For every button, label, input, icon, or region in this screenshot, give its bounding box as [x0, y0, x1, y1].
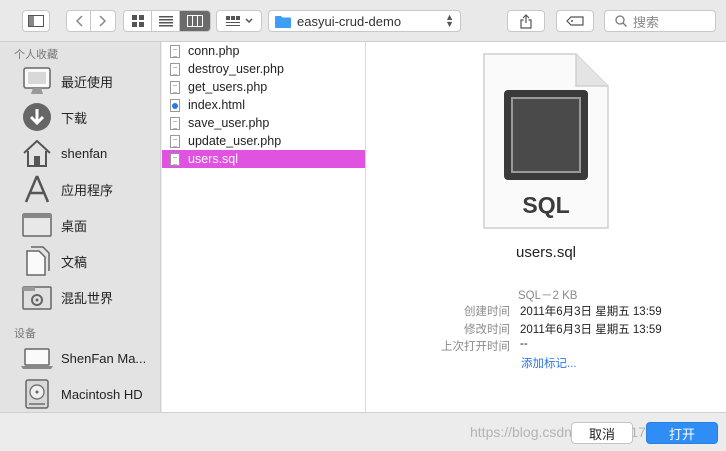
- file-name: get_users.php: [188, 80, 268, 94]
- file-list: conn.php destroy_user.php get_users.php …: [162, 42, 366, 412]
- search-placeholder: 搜索: [633, 14, 660, 30]
- view-mode-group: [123, 10, 211, 32]
- sidebar-item-label: 下载: [61, 110, 88, 126]
- back-button[interactable]: [67, 11, 91, 31]
- icon-view-button[interactable]: [124, 11, 152, 31]
- list-icon: [158, 15, 173, 26]
- hard-disk-icon: [25, 379, 49, 409]
- list-item-selected[interactable]: users.sql: [162, 150, 365, 168]
- sidebar-item-label: 文稿: [61, 254, 88, 270]
- devices-header: 设备: [14, 328, 36, 340]
- path-label: easyui-crud-demo: [297, 13, 402, 29]
- documents-icon: [26, 246, 50, 276]
- php-file-icon: [170, 116, 180, 130]
- created-row: 创建时间 2011年6月3日 星期五 13:59: [366, 303, 726, 319]
- file-name: save_user.php: [188, 116, 270, 130]
- preview-kind: SQL－2 KB: [518, 290, 578, 302]
- list-item[interactable]: update_user.php: [162, 132, 365, 150]
- laptop-icon: [21, 348, 53, 369]
- sidebar: 个人收藏 最近使用 下载 shenfan 应用程序 桌面 文稿 混乱世界 设备 …: [0, 42, 161, 412]
- sidebar-item-label: Macintosh HD: [61, 386, 143, 402]
- tag-icon: [566, 16, 584, 26]
- sidebar-toggle-button[interactable]: [22, 10, 50, 32]
- updown-arrows-icon: ▲ ▼: [445, 12, 454, 29]
- opened-value: --: [520, 338, 528, 350]
- sidebar-item-hard-disk[interactable]: Macintosh HD: [20, 377, 158, 411]
- sidebar-item-label: 混乱世界: [61, 290, 114, 306]
- grid-icon: [131, 15, 144, 27]
- list-item[interactable]: conn.php: [162, 42, 365, 60]
- sidebar-item-label: 桌面: [61, 218, 88, 234]
- sidebar-item-folder[interactable]: 混乱世界: [20, 280, 158, 314]
- group-by-button[interactable]: [216, 10, 262, 32]
- created-value: 2011年6月3日 星期五 13:59: [520, 306, 662, 318]
- sidebar-item-label: 最近使用: [61, 74, 114, 90]
- chevron-right-icon: [99, 15, 107, 27]
- search-icon: [615, 15, 627, 27]
- php-file-icon: [170, 80, 180, 94]
- sidebar-item-documents[interactable]: 文稿: [20, 244, 158, 278]
- share-button[interactable]: [507, 10, 545, 32]
- list-item[interactable]: save_user.php: [162, 114, 365, 132]
- sidebar-toggle-icon: [28, 15, 44, 27]
- open-button[interactable]: 打开: [646, 422, 718, 444]
- php-file-icon: [170, 44, 180, 58]
- home-icon: [23, 139, 51, 167]
- created-label: 创建时间: [464, 306, 510, 318]
- sidebar-item-label: ShenFan Ma...: [61, 350, 147, 366]
- forward-button[interactable]: [91, 11, 115, 31]
- column-view-button[interactable]: [180, 11, 210, 31]
- folder-icon: [22, 286, 52, 310]
- back-forward-group: [66, 10, 116, 32]
- file-name: destroy_user.php: [188, 62, 284, 76]
- group-grid-icon: [225, 16, 240, 26]
- preview-pane: SQL users.sql SQL－2 KB 创建时间 2011年6月3日 星期…: [366, 42, 726, 412]
- recents-icon: [23, 67, 51, 94]
- favorites-header: 个人收藏: [14, 49, 58, 61]
- sql-icon-label: SQL: [522, 192, 569, 218]
- file-name: conn.php: [188, 44, 240, 58]
- sidebar-item-label: 应用程序: [61, 182, 114, 198]
- list-view-button[interactable]: [152, 11, 180, 31]
- chevron-down-icon: [244, 18, 253, 24]
- php-file-icon: [170, 62, 180, 76]
- share-icon: [520, 13, 532, 29]
- sidebar-item-home[interactable]: shenfan: [20, 136, 158, 170]
- list-item[interactable]: index.html: [162, 96, 365, 114]
- toolbar: easyui-crud-demo ▲ ▼ 搜索: [0, 0, 726, 42]
- opened-label: 上次打开时间: [441, 341, 510, 353]
- list-item[interactable]: destroy_user.php: [162, 60, 365, 78]
- list-item[interactable]: get_users.php: [162, 78, 365, 96]
- html-file-icon: [170, 98, 180, 112]
- applications-icon: [24, 175, 50, 203]
- sidebar-item-desktop[interactable]: 桌面: [20, 208, 158, 242]
- search-field[interactable]: 搜索: [604, 10, 716, 32]
- cancel-button[interactable]: 取消: [571, 422, 633, 444]
- modified-row: 修改时间 2011年6月3日 星期五 13:59: [366, 321, 726, 337]
- folder-icon: [275, 15, 291, 28]
- php-file-icon: [170, 134, 180, 148]
- desktop-icon: [22, 213, 52, 237]
- file-name: index.html: [188, 98, 245, 112]
- sidebar-item-laptop[interactable]: ShenFan Ma...: [20, 341, 158, 375]
- add-tags-link[interactable]: 添加标记...: [521, 355, 577, 371]
- file-name: update_user.php: [188, 134, 282, 148]
- chevron-left-icon: [75, 15, 83, 27]
- path-popup[interactable]: easyui-crud-demo ▲ ▼: [268, 10, 461, 32]
- file-name: users.sql: [188, 152, 239, 166]
- preview-filename: users.sql: [515, 244, 577, 261]
- tags-button[interactable]: [556, 10, 594, 32]
- sidebar-item-recents[interactable]: 最近使用: [20, 64, 158, 98]
- sidebar-item-downloads[interactable]: 下载: [20, 100, 158, 134]
- sidebar-item-label: shenfan: [61, 145, 108, 161]
- bottom-bar: https://blog.csdn.net/qq_41753984 取消 打开: [0, 412, 726, 451]
- sql-document-icon: SQL: [483, 53, 609, 229]
- modified-value: 2011年6月3日 星期五 13:59: [520, 324, 662, 336]
- download-icon: [23, 103, 51, 131]
- sql-file-icon: [170, 152, 180, 166]
- columns-icon: [187, 15, 203, 27]
- sidebar-item-applications[interactable]: 应用程序: [20, 172, 158, 206]
- modified-label: 修改时间: [464, 324, 510, 336]
- opened-row: 上次打开时间 --: [366, 338, 726, 354]
